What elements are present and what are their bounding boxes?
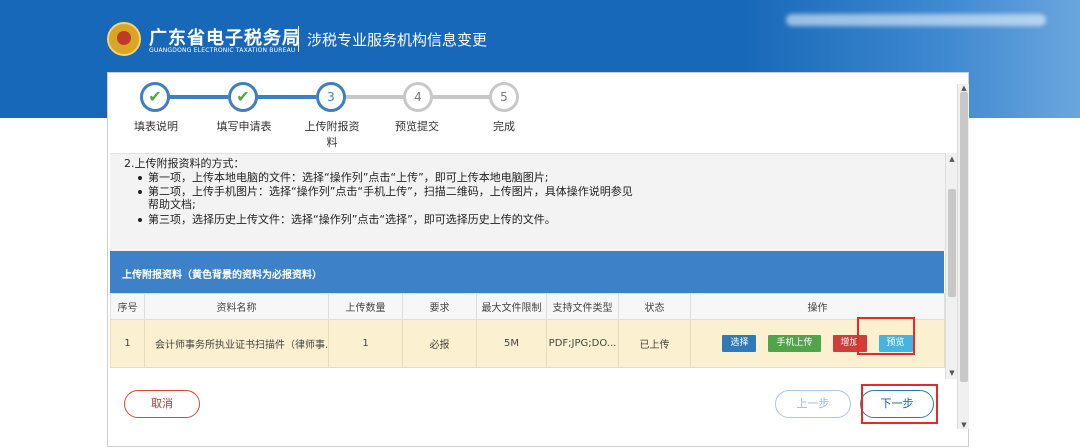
step-2-check-icon: ✔: [228, 82, 258, 112]
brand-name-english: GUANGDONG ELECTRONIC TAXATION BUREAU: [149, 47, 296, 54]
column-header: 支持文件类型: [546, 293, 619, 320]
step-5-label: 完成: [493, 120, 515, 133]
highlight-box-preview: [857, 317, 915, 355]
column-header: 资料名称: [144, 293, 329, 320]
step-connector: [344, 95, 404, 99]
step-connector: [432, 95, 492, 99]
column-header: 状态: [618, 293, 691, 320]
step-connector: [168, 95, 228, 99]
instruction-text: 第二项，上传手机图片：选择“操作列”点击“手机上传”，扫描二维码，上传图片，具体…: [148, 185, 633, 198]
scroll-down-arrow-icon[interactable]: ▼: [948, 369, 956, 377]
content-scrollbar[interactable]: ▲ ▼: [945, 153, 957, 379]
select-button[interactable]: 选择: [722, 335, 757, 352]
highlight-box-next: [861, 384, 938, 424]
instruction-text: 第三项，选择历史上传文件：选择“操作列”点击“选择”，即可选择历史上传的文件。: [148, 213, 556, 226]
page-title: 涉税专业服务机构信息变更: [307, 31, 488, 49]
document-name: 会计师事务所执业证书扫描件（律师事...: [144, 319, 329, 368]
cancel-button[interactable]: 取消: [124, 390, 200, 418]
previous-step-button[interactable]: 上一步: [775, 390, 851, 418]
step-4-label: 预览提交: [395, 120, 439, 133]
upload-status: 已上传: [618, 319, 691, 368]
page-scrollbar[interactable]: ▲ ▼: [957, 84, 969, 429]
scroll-down-arrow-icon[interactable]: ▼: [960, 421, 968, 429]
step-1-label: 填表说明: [134, 120, 178, 133]
step-5-indicator: 5: [489, 82, 519, 112]
column-header: 操作: [690, 293, 945, 320]
step-2-label: 填写申请表: [216, 120, 272, 133]
tax-bureau-emblem-icon: [107, 22, 141, 56]
instruction-item: 第二项，上传手机图片：选择“操作列”点击“手机上传”，扫描二维码，上传图片，具体…: [138, 183, 633, 199]
attachments-section-title: 上传附报资料（黄色背景的资料为必报资料）: [122, 270, 322, 281]
blurred-user-info: [786, 14, 1046, 26]
bullet-icon: [138, 218, 142, 222]
help-doc-link[interactable]: 帮助文档;: [148, 196, 196, 212]
step-3-label: 上传附报资料: [304, 120, 360, 149]
header-divider: [298, 26, 299, 52]
column-header: 序号: [110, 293, 145, 320]
column-header: 要求: [402, 293, 477, 320]
requirement: 必报: [402, 319, 477, 368]
table-row: 1 会计师事务所执业证书扫描件（律师事... 1 必报 5M PDF;JPG;D…: [110, 319, 945, 368]
step-4-indicator: 4: [403, 82, 433, 112]
bullet-icon: [138, 190, 142, 194]
row-index: 1: [110, 319, 145, 368]
step-3-indicator: 3: [316, 82, 346, 112]
column-header: 上传数量: [328, 293, 403, 320]
scrollbar-thumb[interactable]: [960, 92, 968, 382]
step-connector: [256, 95, 316, 99]
attachments-table: 序号 资料名称 上传数量 要求 最大文件限制 支持文件类型 状态 操作 1 会计…: [110, 293, 945, 368]
phone-upload-button[interactable]: 手机上传: [768, 335, 821, 352]
upload-count: 1: [328, 319, 403, 368]
instruction-item: 第三项，选择历史上传文件：选择“操作列”点击“选择”，即可选择历史上传的文件。: [138, 211, 556, 227]
max-file-size: 5M: [476, 319, 547, 368]
bullet-icon: [138, 176, 142, 180]
scroll-up-arrow-icon[interactable]: ▲: [948, 155, 956, 163]
step-1-check-icon: ✔: [140, 82, 170, 112]
column-header: 最大文件限制: [476, 293, 547, 320]
supported-file-types: PDF;JPG;DO...: [546, 319, 619, 368]
table-header-row: 序号 资料名称 上传数量 要求 最大文件限制 支持文件类型 状态 操作: [110, 293, 945, 320]
scroll-up-arrow-icon[interactable]: ▲: [960, 84, 968, 92]
scrollbar-thumb[interactable]: [948, 189, 956, 297]
